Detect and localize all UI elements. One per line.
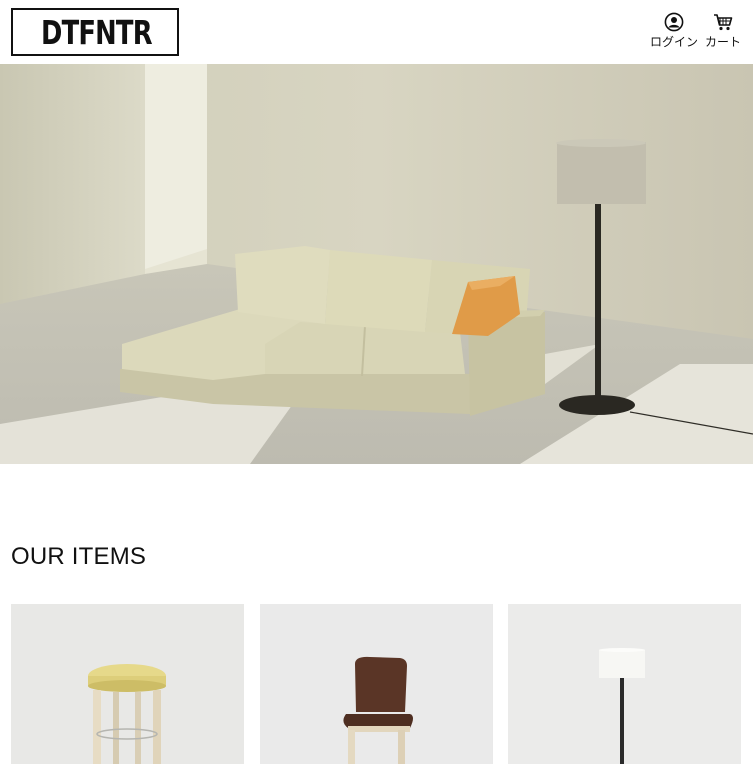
stool-image [11,604,244,764]
brand-name: DTFNTR [41,12,153,52]
cart-button[interactable]: カート [702,12,744,48]
section-title: OUR ITEMS [11,543,147,570]
login-button[interactable]: ログイン [648,12,700,48]
chair-image [260,604,492,764]
floor-lamp-image [508,604,741,764]
shopping-cart-icon [714,14,733,31]
product-card-stool[interactable] [11,604,244,764]
brand-logo[interactable]: DTFNTR [11,8,179,56]
product-grid [11,604,741,764]
hero-image [0,64,753,464]
user-circle-icon [664,12,684,32]
product-card-floor-lamp[interactable] [508,604,741,764]
cart-label: カート [704,35,741,49]
site-header: DTFNTR ログイン カート [0,0,753,64]
product-card-chair[interactable] [260,604,493,764]
login-label: ログイン [649,35,698,49]
